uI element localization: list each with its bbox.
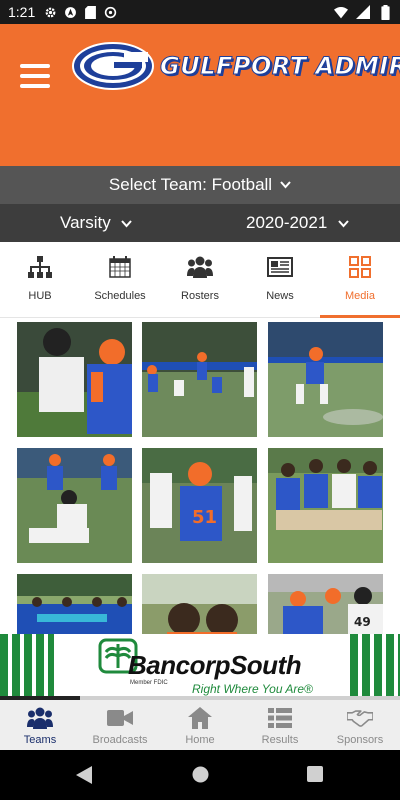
- settings-icon: [43, 5, 57, 19]
- level-value: Varsity: [60, 213, 111, 232]
- video-camera-icon: [107, 706, 133, 730]
- chevron-down-icon: [121, 217, 133, 231]
- tab-label: News: [266, 290, 294, 302]
- navigation-icon: [63, 5, 77, 19]
- header-title: GULFPORT ADMIRALS: [159, 52, 400, 81]
- tab-schedules[interactable]: Schedules: [80, 242, 160, 317]
- season-dropdown[interactable]: 2020-2021: [246, 213, 349, 233]
- tab-label: Schedules: [94, 290, 146, 302]
- svg-text:49: 49: [354, 615, 371, 629]
- wifi-icon: [334, 5, 348, 19]
- chevron-down-icon: [280, 178, 291, 192]
- sync-icon: [103, 5, 117, 19]
- section-tabs: HUB Schedules Rosters News Media: [0, 242, 400, 318]
- media-photo[interactable]: [17, 574, 132, 634]
- tab-hub[interactable]: HUB: [0, 242, 80, 317]
- tab-label: Rosters: [181, 290, 219, 302]
- status-time: 1:21: [8, 4, 36, 20]
- back-icon[interactable]: [76, 766, 92, 789]
- ad-brand-name: BancorpSouth: [128, 650, 302, 680]
- nav-label: Broadcasts: [92, 734, 148, 746]
- nav-broadcasts[interactable]: Broadcasts: [80, 700, 160, 750]
- filter-bar: Varsity 2020-2021: [0, 204, 400, 242]
- people-icon: [27, 706, 53, 730]
- tab-rosters[interactable]: Rosters: [160, 242, 240, 317]
- school-logo: GULFPORT ADMIRALS: [72, 42, 400, 92]
- bottom-navigation: Teams Broadcasts Home Results Sponsors: [0, 700, 400, 750]
- status-bar: 1:21: [0, 0, 400, 24]
- system-navigation-bar: [0, 750, 400, 800]
- media-photo[interactable]: 49: [268, 574, 383, 634]
- group-icon: [187, 254, 213, 280]
- media-photo[interactable]: [268, 322, 383, 437]
- level-dropdown[interactable]: Varsity: [60, 213, 133, 233]
- svg-text:51: 51: [192, 507, 217, 528]
- app-screen: 1:21 GULFPORT ADMI Select Team: Football…: [0, 0, 400, 800]
- nav-results[interactable]: Results: [240, 700, 320, 750]
- g-logo-icon: [72, 42, 154, 90]
- nav-label: Results: [261, 734, 299, 746]
- season-value: 2020-2021: [246, 213, 328, 232]
- team-select-label: Select Team:: [108, 175, 207, 194]
- newspaper-icon: [267, 254, 293, 280]
- ad-member-fdic: Member FDIC: [130, 680, 168, 686]
- team-select-dropdown[interactable]: Select Team: Football: [0, 166, 400, 204]
- tab-label: HUB: [28, 290, 52, 302]
- calendar-icon: [107, 254, 133, 280]
- media-photo[interactable]: 51: [142, 448, 257, 563]
- ad-stripes-decoration: [346, 634, 400, 700]
- battery-icon: [378, 4, 392, 20]
- ad-tagline: Right Where You Are®: [192, 682, 313, 696]
- recents-icon[interactable]: [307, 766, 323, 787]
- list-icon: [267, 706, 293, 730]
- nav-home[interactable]: Home: [160, 700, 240, 750]
- nav-label: Teams: [23, 734, 57, 746]
- signal-icon: [356, 5, 370, 19]
- team-select-value: Football: [211, 175, 273, 194]
- media-photo[interactable]: [17, 322, 132, 437]
- nav-label: Sponsors: [336, 734, 384, 746]
- chevron-down-icon: [338, 217, 349, 231]
- handshake-icon: [347, 706, 373, 730]
- sponsor-ad-banner[interactable]: BancorpSouth Member FDIC Right Where You…: [0, 634, 400, 700]
- ad-stripes-decoration: [0, 634, 54, 700]
- nav-label: Home: [185, 734, 215, 746]
- nav-sponsors[interactable]: Sponsors: [320, 700, 400, 750]
- hamburger-menu-button[interactable]: [20, 64, 50, 88]
- app-header: GULFPORT ADMIRALS: [0, 24, 400, 166]
- grid-icon: [347, 254, 373, 280]
- home-button-icon[interactable]: [192, 766, 209, 788]
- nav-teams[interactable]: Teams: [0, 700, 80, 750]
- media-photo[interactable]: [17, 448, 132, 563]
- media-photo[interactable]: [142, 322, 257, 437]
- tab-label: Media: [345, 290, 375, 302]
- org-chart-icon: [27, 254, 53, 280]
- media-photo[interactable]: [142, 574, 257, 634]
- media-photo[interactable]: [268, 448, 383, 563]
- tab-news[interactable]: News: [240, 242, 320, 317]
- home-icon: [187, 706, 213, 730]
- media-grid: 51 49: [17, 322, 383, 634]
- tab-media[interactable]: Media: [320, 242, 400, 318]
- sd-card-icon: [83, 5, 97, 19]
